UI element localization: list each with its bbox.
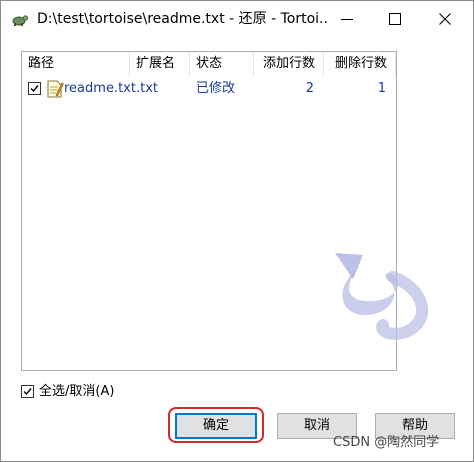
list-header: 路径 扩展名 状态 添加行数 删除行数 [22, 52, 396, 76]
checkmark-icon [30, 85, 39, 93]
close-icon [439, 13, 451, 25]
maximize-icon [389, 13, 401, 25]
select-all-box[interactable] [21, 385, 34, 398]
select-all-label: 全选/取消(A) [39, 384, 115, 399]
modified-file-icon [47, 80, 64, 98]
maximize-button[interactable] [371, 1, 421, 37]
row-deleted-lines: 1 [377, 81, 386, 96]
minimize-icon [341, 19, 353, 20]
column-header-status[interactable]: 状态 [190, 52, 254, 76]
checkmark-icon [23, 388, 32, 396]
table-row[interactable]: readme.txt .txt 已修改 2 1 [22, 78, 396, 100]
window-title: D:\test\tortoise\readme.txt - 还原 - Torto… [37, 11, 329, 27]
revert-dialog: D:\test\tortoise\readme.txt - 还原 - Torto… [0, 0, 474, 462]
row-checkbox[interactable] [28, 82, 41, 95]
column-header-added-lines[interactable]: 添加行数 [254, 52, 324, 76]
column-header-path[interactable]: 路径 [22, 52, 130, 76]
tortoise-app-icon [12, 15, 29, 26]
revert-arrow-watermark-icon [335, 253, 429, 340]
ok-button[interactable]: 确定 [175, 413, 257, 439]
minimize-button[interactable] [323, 1, 373, 37]
row-status: 已修改 [196, 81, 236, 96]
title-bar[interactable]: D:\test\tortoise\readme.txt - 还原 - Torto… [1, 1, 473, 37]
row-extension: .txt [136, 81, 159, 96]
close-button[interactable] [421, 1, 471, 37]
row-added-lines: 2 [305, 81, 314, 96]
row-path: readme.txt [64, 81, 136, 96]
column-header-deleted-lines[interactable]: 删除行数 [324, 52, 396, 76]
csdn-watermark: CSDN @陶然同学 [333, 435, 440, 450]
column-header-extension[interactable]: 扩展名 [130, 52, 190, 76]
